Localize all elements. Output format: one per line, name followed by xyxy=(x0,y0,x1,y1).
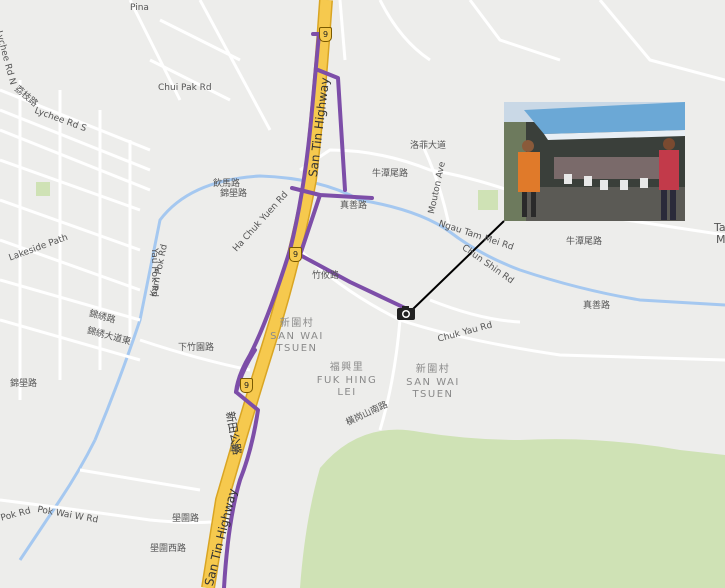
road-label: 壆圍路 xyxy=(172,514,200,524)
camera-icon xyxy=(397,306,415,320)
road-label: 壆圍西路 xyxy=(150,544,187,554)
place-name-en: SAN WAI TSUEN xyxy=(270,330,324,355)
edge-label: Pina xyxy=(130,3,149,13)
photo-person-legs xyxy=(522,192,527,217)
road-label: 下竹園路 xyxy=(178,343,215,353)
place-name-en: SAN WAI TSUEN xyxy=(406,376,460,401)
photo-person-legs xyxy=(661,190,667,220)
place-name-zh: 新圍村 xyxy=(279,318,315,329)
road-label: 真善路 xyxy=(340,201,368,211)
photo-person-red xyxy=(659,150,679,190)
park-area xyxy=(300,429,725,588)
place-label: 新圍村 SAN WAI TSUEN xyxy=(262,318,332,356)
map-canvas[interactable]: 9 9 9 San Tin Highway San Tin Highway 新田… xyxy=(0,0,725,588)
place-name-zh: 福興里 xyxy=(329,362,365,373)
road-label: 飲馬路 xyxy=(213,179,241,189)
place-label: 福興里 FUK HING LEI xyxy=(312,362,382,400)
place-name-en: FUK HING LEI xyxy=(316,374,378,399)
edge-label: Ta xyxy=(714,221,725,234)
small-park xyxy=(478,190,498,210)
road-label: 竹攸路 xyxy=(312,271,340,281)
road-label: 路 xyxy=(230,444,240,454)
photo-person-orange xyxy=(518,152,540,192)
small-park-west xyxy=(36,182,50,196)
edge-label: M xyxy=(716,233,725,246)
highway-shield: 9 xyxy=(289,247,302,262)
market-stall-photo xyxy=(504,102,685,221)
photo-person-legs xyxy=(670,190,676,220)
road-label: 牛潭尾路 xyxy=(566,237,603,247)
highway-shield: 9 xyxy=(319,27,332,42)
photo-person-head xyxy=(663,138,675,150)
camera-top xyxy=(402,306,409,309)
road-label: 牛潭尾路 xyxy=(372,169,409,179)
place-label: 新圍村 SAN WAI TSUEN xyxy=(398,364,468,402)
camera-marker-icon[interactable] xyxy=(396,305,416,321)
photo-person-head xyxy=(522,140,534,152)
road-label: 真善路 xyxy=(583,301,611,311)
photo-person-legs xyxy=(531,192,536,217)
photo-thumbnail[interactable] xyxy=(504,102,685,221)
place-name-zh: 新圍村 xyxy=(415,364,451,375)
camera-lens xyxy=(403,311,409,317)
road-label: 錦壆路 xyxy=(10,379,38,389)
road-label: 錦壆路 xyxy=(220,189,248,199)
map-base-layer xyxy=(0,0,725,588)
highway-shield: 9 xyxy=(240,378,253,393)
road-label: Chui Pak Rd xyxy=(158,83,212,93)
road-label: 洛菲大道 xyxy=(410,141,447,151)
